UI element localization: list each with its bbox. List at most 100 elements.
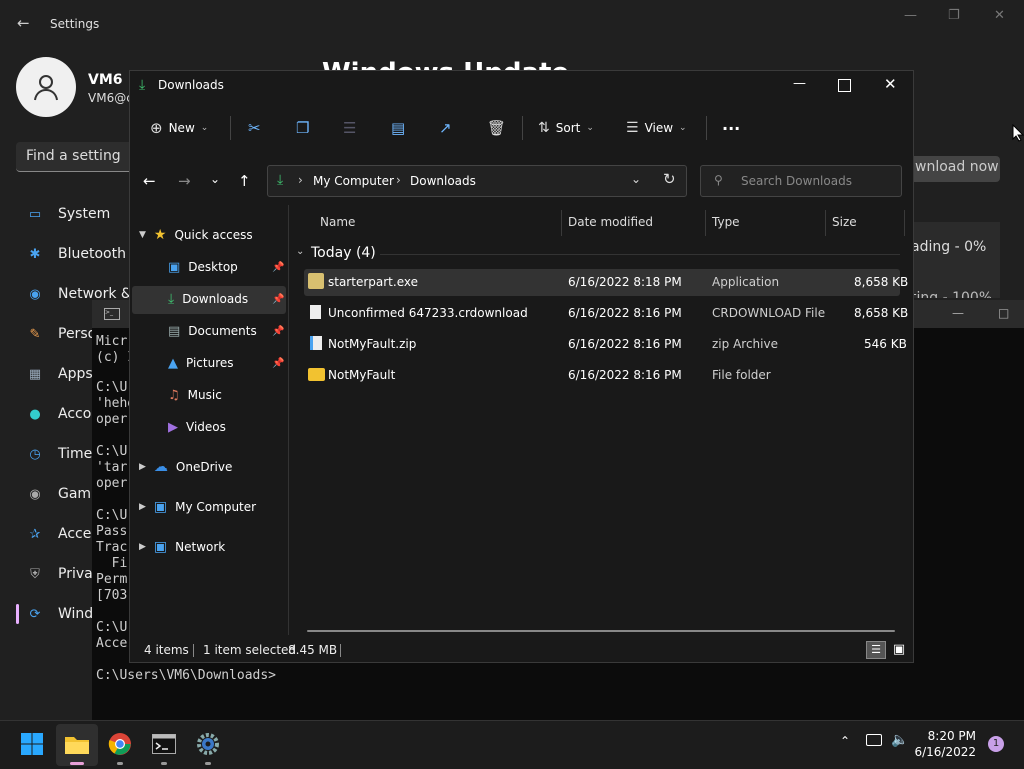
tree-label: Desktop	[188, 260, 238, 274]
volume-icon[interactable]: 🔈	[891, 732, 908, 748]
exe-file-icon	[308, 273, 324, 289]
column-header-type[interactable]: Type	[712, 215, 740, 229]
chevron-right-icon: ▶	[139, 462, 146, 472]
sort-button[interactable]: ⇅ Sort ⌄	[538, 114, 594, 142]
account-icon: ●	[29, 406, 41, 422]
nav-item-windows-update[interactable]: ⟳ Windo	[26, 602, 102, 626]
cut-button[interactable]: ✂	[248, 114, 261, 142]
chrome-taskbar-button[interactable]	[104, 728, 136, 760]
chevron-down-icon: ⌄	[679, 123, 687, 133]
pane-divider[interactable]	[288, 205, 289, 635]
tree-network[interactable]: ▶ ▣ Network	[139, 532, 225, 562]
horizontal-scrollbar[interactable]	[307, 630, 895, 632]
terminal-taskbar-button[interactable]	[148, 728, 180, 760]
minimize-icon[interactable]: —	[793, 76, 806, 91]
tree-music[interactable]: ♫ Music	[168, 380, 222, 410]
table-row[interactable]: Unconfirmed 647233.crdownload 6/16/2022 …	[304, 300, 908, 327]
settings-close-icon[interactable]: ✕	[994, 8, 1005, 23]
back-arrow-icon[interactable]: ←	[17, 14, 30, 32]
breadcrumb-chevron-icon[interactable]: ›	[298, 173, 303, 187]
nav-item-accounts[interactable]: ● Accou	[26, 402, 100, 426]
network-status-icon[interactable]	[866, 734, 882, 746]
notification-badge[interactable]: 1	[988, 736, 1004, 752]
up-arrow-icon[interactable]: ↑	[238, 172, 251, 190]
tree-videos[interactable]: ▶ Videos	[168, 412, 226, 442]
clock-date[interactable]: 6/16/2022	[910, 745, 976, 759]
status-divider	[193, 644, 194, 657]
nav-item-privacy[interactable]: ⛨ Privac	[26, 562, 100, 586]
refresh-icon[interactable]: ↻	[663, 170, 676, 188]
file-explorer-taskbar-button[interactable]	[61, 728, 93, 760]
paste-button[interactable]: ☰	[343, 114, 356, 142]
thumbnail-view-icon[interactable]: ▣	[890, 641, 908, 659]
tree-label: OneDrive	[175, 460, 233, 474]
share-button[interactable]: ↗	[439, 114, 452, 142]
group-divider	[380, 254, 900, 255]
nav-item-time[interactable]: ◷ Time	[26, 442, 92, 466]
column-divider[interactable]	[705, 210, 706, 236]
tree-my-computer[interactable]: ▶ ▣ My Computer	[139, 492, 256, 522]
address-dropdown-icon[interactable]: ⌄	[631, 172, 641, 186]
tree-downloads[interactable]: ⤓ Downloads	[168, 284, 248, 314]
download-arrow-icon: ⤓	[139, 77, 146, 93]
group-header-today[interactable]: Today (4)	[311, 245, 376, 261]
new-button[interactable]: ⊕ New ⌄	[150, 114, 208, 142]
toolbar-divider	[522, 116, 523, 140]
nav-item-accessibility[interactable]: ✰ Acces	[26, 522, 99, 546]
explorer-title: Downloads	[158, 78, 224, 92]
table-row[interactable]: NotMyFault.zip 6/16/2022 8:16 PM zip Arc…	[304, 331, 907, 358]
back-arrow-icon[interactable]: ←	[143, 172, 156, 190]
group-collapse-icon[interactable]: ⌄	[296, 246, 304, 257]
view-label: View	[644, 121, 674, 135]
settings-minimize-icon[interactable]: —	[904, 8, 917, 23]
settings-restore-icon[interactable]: ❐	[948, 8, 960, 23]
copy-button[interactable]: ❐	[296, 114, 309, 142]
settings-taskbar-button[interactable]	[192, 728, 224, 760]
cmd-line: Acce	[96, 636, 128, 651]
user-icon	[34, 75, 58, 101]
cmd-minimize-icon[interactable]: —	[952, 306, 964, 320]
column-header-date[interactable]: Date modified	[568, 215, 653, 229]
cmd-line: Perm	[96, 572, 128, 587]
breadcrumb-downloads[interactable]: Downloads	[410, 174, 476, 188]
column-divider[interactable]	[825, 210, 826, 236]
download-now-button[interactable]: wnload now	[905, 156, 1000, 182]
breadcrumb-chevron-icon[interactable]: ›	[396, 173, 401, 187]
clock-time[interactable]: 8:20 PM	[910, 729, 976, 743]
column-divider[interactable]	[561, 210, 562, 236]
delete-button[interactable]: 🗑	[487, 114, 506, 142]
tree-quick-access[interactable]: ▼ ★ Quick access	[139, 220, 253, 250]
close-icon[interactable]: ✕	[884, 75, 897, 93]
column-divider[interactable]	[904, 210, 905, 236]
column-header-name[interactable]: Name	[320, 215, 355, 229]
chrome-icon	[108, 733, 131, 755]
breadcrumb-my-computer[interactable]: My Computer	[313, 174, 394, 188]
tree-documents[interactable]: ▤ Documents	[168, 316, 257, 346]
cmd-maximize-icon[interactable]: □	[998, 306, 1009, 320]
start-button[interactable]	[16, 728, 48, 760]
view-button[interactable]: ☰ View ⌄	[626, 114, 687, 142]
forward-arrow-icon[interactable]: →	[178, 172, 191, 190]
recent-locations-chevron-icon[interactable]: ⌄	[210, 172, 220, 186]
file-date: 6/16/2022 8:16 PM	[568, 368, 682, 382]
picture-icon: ▲	[168, 355, 178, 371]
nav-item-system[interactable]: ▭ System	[26, 202, 110, 226]
details-view-icon[interactable]: ☰	[866, 641, 886, 659]
chevron-up-icon[interactable]: ⌃	[840, 734, 850, 748]
tree-desktop[interactable]: ▣ Desktop	[168, 252, 238, 282]
star-icon: ★	[153, 227, 167, 243]
tree-onedrive[interactable]: ▶ ☁ OneDrive	[139, 452, 232, 482]
table-row[interactable]: starterpart.exe 6/16/2022 8:18 PM Applic…	[304, 269, 908, 296]
nav-item-bluetooth[interactable]: ✱ Bluetooth &	[26, 242, 142, 266]
column-header-size[interactable]: Size	[832, 215, 857, 229]
table-row[interactable]: NotMyFault 6/16/2022 8:16 PM File folder	[304, 362, 900, 389]
maximize-icon[interactable]	[838, 79, 851, 92]
file-name: NotMyFault	[328, 368, 396, 382]
nav-item-personalization[interactable]: ✎ Perso	[26, 322, 97, 346]
rename-button[interactable]: ▤	[391, 114, 405, 142]
more-options-button[interactable]: ···	[722, 114, 740, 142]
file-name: NotMyFault.zip	[328, 337, 417, 351]
running-indicator	[205, 762, 211, 765]
tree-pictures[interactable]: ▲ Pictures	[168, 348, 234, 378]
nav-item-apps[interactable]: ▦ Apps	[26, 362, 93, 386]
